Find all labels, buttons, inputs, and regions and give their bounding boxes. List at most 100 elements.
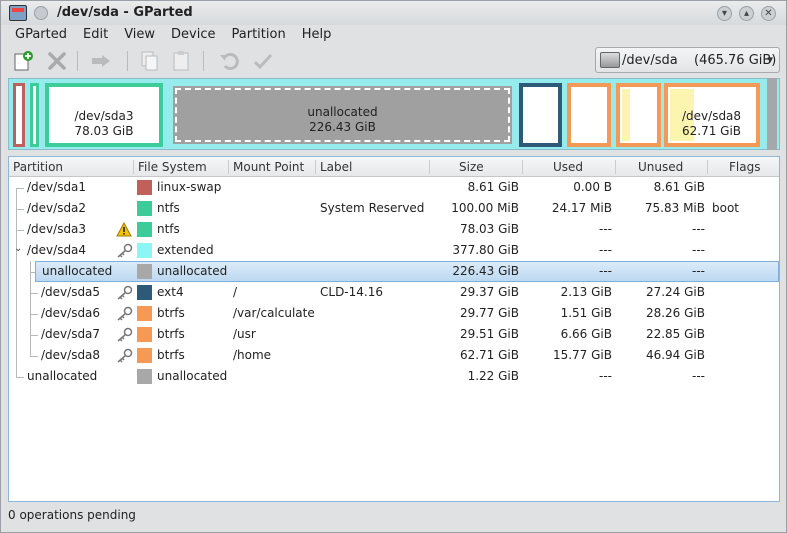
row-unused: --- [692, 222, 705, 236]
row-unused: 27.24 GiB [645, 285, 705, 299]
table-row[interactable]: /dev/sda8 btrfs /home 62.71 GiB 15.77 Gi… [9, 345, 779, 366]
table-row[interactable]: unallocated unallocated 1.22 GiB --- --- [9, 366, 779, 387]
filesystem-color-swatch [137, 180, 152, 195]
table-header: Partition File System Mount Point Label … [9, 157, 779, 177]
maximize-button[interactable]: ▴ [739, 6, 754, 21]
disk-map: /dev/sda3 78.03 GiB unallocated 226.43 G… [8, 78, 780, 150]
filesystem-color-swatch [137, 222, 152, 237]
row-size: 8.61 GiB [467, 180, 519, 194]
table-row[interactable]: /dev/sda7 btrfs /usr 29.51 GiB 6.66 GiB … [9, 324, 779, 345]
menu-gparted[interactable]: GParted [7, 26, 75, 44]
diskmap-sda7[interactable] [616, 83, 661, 147]
col-filesystem[interactable]: File System [138, 160, 207, 174]
row-unused: --- [692, 243, 705, 257]
key-icon [117, 348, 133, 363]
row-unused: 28.26 GiB [645, 306, 705, 320]
row-size: 78.03 GiB [459, 222, 519, 236]
partition-table: Partition File System Mount Point Label … [8, 156, 780, 502]
collapse-expander-icon[interactable]: ⌄ [14, 243, 22, 254]
diskmap-sda6[interactable] [567, 83, 611, 147]
menu-bar: GParted Edit View Device Partition Help [7, 26, 339, 44]
menu-help[interactable]: Help [294, 26, 340, 44]
row-used: --- [599, 243, 612, 257]
col-flags[interactable]: Flags [729, 160, 760, 174]
row-unused: 8.61 GiB [653, 180, 705, 194]
undo-icon [220, 53, 239, 70]
title-bar: /dev/sda - GParted ▾ ▴ ✕ [1, 1, 786, 25]
table-row[interactable]: /dev/sda1 linux-swap 8.61 GiB 0.00 B 8.6… [9, 177, 779, 198]
table-row-selected[interactable]: unallocated unallocated 226.43 GiB --- -… [35, 261, 779, 282]
paste-button[interactable] [169, 49, 193, 73]
table-row[interactable]: /dev/sda6 btrfs /var/calculate 29.77 GiB… [9, 303, 779, 324]
row-mountpoint: /var/calculate [233, 306, 315, 320]
row-size: 377.80 GiB [452, 243, 519, 257]
chevron-down-icon: ▾ [767, 53, 773, 66]
diskmap-sda3[interactable]: /dev/sda3 78.03 GiB [45, 83, 163, 147]
device-selector[interactable]: /dev/sda (465.76 GiB) ▾ [595, 47, 780, 73]
diskmap-sda1[interactable] [13, 83, 25, 147]
resize-move-button[interactable] [89, 49, 113, 73]
resize-move-icon [92, 55, 110, 67]
menu-edit[interactable]: Edit [75, 26, 116, 44]
menu-partition[interactable]: Partition [224, 26, 294, 44]
col-mountpoint[interactable]: Mount Point [233, 160, 304, 174]
row-partition: /dev/sda5 [41, 285, 101, 299]
row-used: 6.66 GiB [560, 327, 612, 341]
col-partition[interactable]: Partition [13, 160, 63, 174]
row-unused: 46.94 GiB [645, 348, 705, 362]
status-bar: 0 operations pending [8, 508, 136, 522]
disk-map-scrollbar[interactable] [767, 78, 777, 150]
row-partition: /dev/sda7 [41, 327, 101, 341]
copy-button[interactable] [137, 49, 161, 73]
row-size: 226.43 GiB [452, 264, 519, 278]
key-icon [117, 306, 133, 321]
row-unused: 22.85 GiB [645, 327, 705, 341]
diskmap-sda2[interactable] [30, 83, 39, 147]
diskmap-sda8-label: /dev/sda8 [682, 109, 742, 123]
paste-icon [173, 51, 189, 71]
col-label[interactable]: Label [320, 160, 352, 174]
filesystem-color-swatch [137, 243, 152, 258]
key-icon [117, 243, 133, 258]
col-used[interactable]: Used [553, 160, 583, 174]
menu-device[interactable]: Device [163, 26, 223, 44]
diskmap-sda8[interactable]: /dev/sda8 62.71 GiB [664, 83, 760, 147]
undo-button[interactable] [217, 49, 241, 73]
row-partition: /dev/sda2 [27, 201, 87, 215]
diskmap-unallocated-size: 226.43 GiB [309, 120, 376, 134]
col-size[interactable]: Size [459, 160, 484, 174]
window-menu-button[interactable] [34, 6, 48, 20]
row-size: 100.00 MiB [451, 201, 519, 215]
table-row[interactable]: /dev/sda2 ntfs System Reserved 100.00 Mi… [9, 198, 779, 219]
menu-view[interactable]: View [116, 26, 163, 44]
diskmap-unallocated[interactable]: unallocated 226.43 GiB [170, 83, 515, 147]
row-mountpoint: / [233, 285, 238, 299]
row-filesystem: ntfs [157, 222, 180, 236]
table-row[interactable]: ⌄ /dev/sda4 extended 377.80 GiB --- --- [9, 240, 779, 261]
row-size: 29.51 GiB [459, 327, 519, 341]
diskmap-sda5[interactable] [519, 83, 562, 147]
table-row[interactable]: /dev/sda5 ext4 / CLD-14.16 29.37 GiB 2.1… [9, 282, 779, 303]
row-filesystem: linux-swap [157, 180, 222, 194]
new-partition-icon [14, 51, 33, 71]
row-used: --- [599, 264, 612, 278]
row-unused: 75.83 MiB [644, 201, 705, 215]
row-filesystem: unallocated [157, 264, 228, 278]
filesystem-color-swatch [137, 264, 152, 279]
gparted-app-icon [9, 5, 27, 21]
row-filesystem: unallocated [157, 369, 228, 383]
minimize-button[interactable]: ▾ [717, 6, 732, 21]
delete-icon [48, 52, 66, 70]
row-unused: --- [692, 264, 705, 278]
copy-icon [141, 51, 158, 71]
row-size: 29.77 GiB [459, 306, 519, 320]
col-unused[interactable]: Unused [638, 160, 683, 174]
filesystem-color-swatch [137, 285, 152, 300]
new-partition-button[interactable] [11, 49, 35, 73]
filesystem-color-swatch [137, 327, 152, 342]
table-row[interactable]: /dev/sda3 ntfs 78.03 GiB --- --- [9, 219, 779, 240]
delete-button[interactable] [45, 49, 69, 73]
apply-button[interactable] [251, 49, 275, 73]
close-button[interactable]: ✕ [761, 6, 776, 21]
row-filesystem: btrfs [157, 306, 185, 320]
